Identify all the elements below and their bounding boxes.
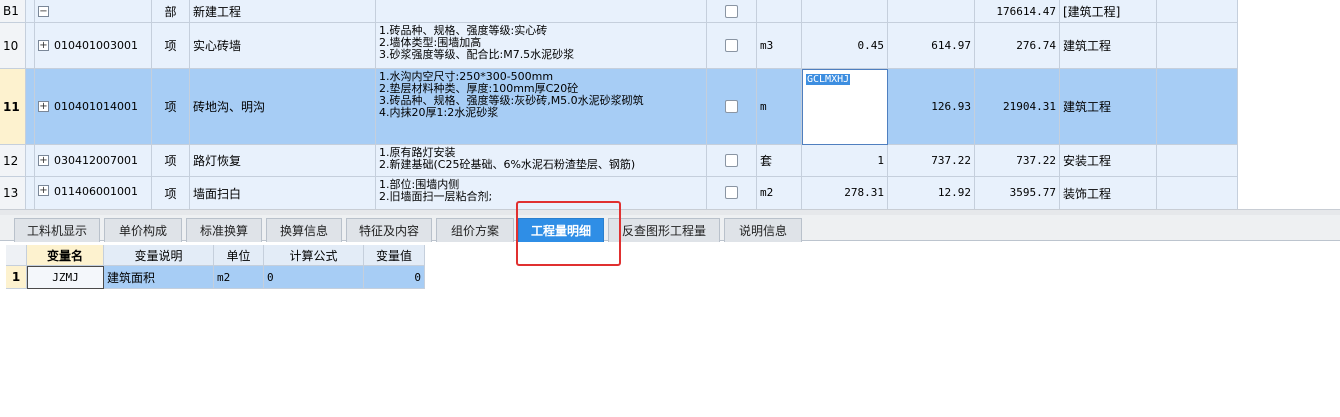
tab-reverse-lookup-quantity[interactable]: 反查图形工程量 [608,218,720,242]
table-row[interactable]: 13 + 011406001001 项 墙面扫白 1.部位:围墙内侧 2.旧墙面… [0,177,1238,210]
category-cell: [建筑工程] [1060,0,1157,23]
code-cell: 011406001001 [54,185,138,198]
row-number: 11 [0,69,26,145]
type-cell: 项 [152,145,190,177]
quantity-edit-value[interactable]: GCLMXHJ [806,74,851,85]
plus-icon[interactable]: + [38,101,49,112]
variable-name-cell[interactable]: JZMJ [27,266,104,289]
checkbox[interactable] [725,39,738,52]
type-cell: 项 [152,177,190,210]
code-cell: 010401014001 [54,100,138,113]
checkbox[interactable] [725,100,738,113]
table-row[interactable]: 1 JZMJ 建筑面积 m2 0 0 [6,266,425,289]
category-cell: 装饰工程 [1060,177,1157,210]
column-header[interactable]: 变量说明 [104,245,214,266]
table-row[interactable]: 12 + 030412007001 项 路灯恢复 1.原有路灯安装 2.新建基础… [0,145,1238,177]
description-cell: 1.水沟内空尺寸:250*300-500mm 2.垫层材料种类、厚度:100mm… [376,69,707,145]
unit-cell: m [757,69,802,145]
row-number: 13 [0,177,26,210]
tab-features-content[interactable]: 特征及内容 [346,218,432,242]
collapse-toggle[interactable]: − [35,0,152,23]
checkbox[interactable] [725,186,738,199]
variable-value-cell[interactable]: 0 [364,266,425,289]
description-cell: 1.砖品种、规格、强度等级:实心砖 2.墙体类型:围墙加高 3.砂浆强度等级、配… [376,23,707,69]
table-row-group[interactable]: B1 − 部 新建工程 176614.47 [建筑工程] [0,0,1238,23]
tab-description-info[interactable]: 说明信息 [724,218,802,242]
unit-price-cell: 614.97 [888,23,975,69]
tab-pricing-scheme[interactable]: 组价方案 [436,218,514,242]
unit-price-cell: 12.92 [888,177,975,210]
unit-price-cell: 737.22 [888,145,975,177]
column-header[interactable]: 变量名 [27,245,104,266]
unit-cell: m2 [757,177,802,210]
tab-unit-price-composition[interactable]: 单价构成 [104,218,182,242]
type-cell: 项 [152,23,190,69]
variable-description-cell[interactable]: 建筑面积 [104,266,214,289]
row-number: 10 [0,23,26,69]
total-cell: 737.22 [975,145,1060,177]
table-row-selected[interactable]: 11 + 010401014001 项 砖地沟、明沟 1.水沟内空尺寸:250*… [0,69,1238,145]
code-cell: 030412007001 [54,154,138,167]
variable-unit-cell[interactable]: m2 [214,266,264,289]
formula-cell[interactable]: 0 [264,266,364,289]
description-cell: 1.部位:围墙内侧 2.旧墙面扫一层粘合剂; [376,177,707,210]
tab-conversion-info[interactable]: 换算信息 [266,218,342,242]
detail-tab-bar: 工料机显示 单价构成 标准换算 换算信息 特征及内容 组价方案 工程量明细 反查… [0,215,1340,242]
quantity-cell[interactable]: 278.31 [802,177,888,210]
unit-cell: 套 [757,145,802,177]
total-cell: 3595.77 [975,177,1060,210]
name-cell: 路灯恢复 [190,145,376,177]
quantity-cell[interactable]: 1 [802,145,888,177]
name-cell: 新建工程 [190,0,376,23]
plus-icon[interactable]: + [38,40,49,51]
tab-standard-conversion[interactable]: 标准换算 [186,218,262,242]
unit-price-cell: 126.93 [888,69,975,145]
unit-cell: m3 [757,23,802,69]
checkbox[interactable] [725,154,738,167]
name-cell: 砖地沟、明沟 [190,69,376,145]
table-header-row: 变量名 变量说明 单位 计算公式 变量值 [6,245,425,266]
tab-quantity-detail[interactable]: 工程量明细 [518,218,604,242]
checkbox[interactable] [725,4,738,18]
category-cell: 建筑工程 [1060,69,1157,145]
plus-icon[interactable]: + [38,155,49,166]
description-cell: 1.原有路灯安装 2.新建基础(C25砼基础、6%水泥石粉渣垫层、钢筋) [376,145,707,177]
total-cell: 176614.47 [975,0,1060,23]
minus-icon[interactable]: − [38,5,49,17]
row-number: B1 [0,0,26,23]
table-row[interactable]: 10 + 010401003001 项 实心砖墙 1.砖品种、规格、强度等级:实… [0,23,1238,69]
tab-labor-material-machine[interactable]: 工料机显示 [14,218,100,242]
column-header[interactable]: 变量值 [364,245,425,266]
name-cell: 墙面扫白 [190,177,376,210]
category-cell: 安装工程 [1060,145,1157,177]
total-cell: 276.74 [975,23,1060,69]
quantity-edit-field[interactable]: GCLMXHJ [802,69,888,145]
total-cell: 21904.31 [975,69,1060,145]
name-cell: 实心砖墙 [190,23,376,69]
column-header[interactable]: 计算公式 [264,245,364,266]
plus-icon[interactable]: + [38,185,49,196]
type-cell: 项 [152,69,190,145]
quantity-variable-table: 变量名 变量说明 单位 计算公式 变量值 1 JZMJ 建筑面积 m2 0 0 [6,245,425,289]
quantity-cell[interactable]: 0.45 [802,23,888,69]
category-cell: 建筑工程 [1060,23,1157,69]
row-number: 12 [0,145,26,177]
column-header[interactable]: 单位 [214,245,264,266]
bill-of-quantities-table: B1 − 部 新建工程 176614.47 [建筑工程] 10 + 010401… [0,0,1340,210]
row-number: 1 [6,266,27,289]
type-cell: 部 [152,0,190,23]
code-cell: 010401003001 [54,39,138,52]
